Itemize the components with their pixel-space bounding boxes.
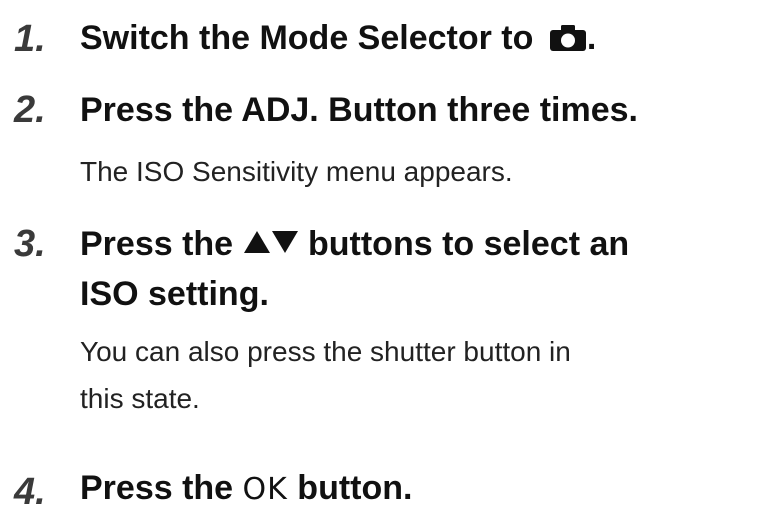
step-3-title: Press the buttons to select an (80, 220, 629, 267)
step-2-number: 2. (14, 89, 46, 131)
step-1-title: Switch the Mode Selector to . (80, 15, 596, 61)
step-4-title-text: Press the (80, 469, 234, 507)
step-1-title-text: Switch the Mode Selector to (80, 19, 534, 57)
step-1-number: 1. (14, 18, 46, 60)
step-4-title-rest: button. (297, 469, 413, 507)
step-1-title-period: . (586, 19, 597, 57)
down-triangle-icon (271, 220, 299, 266)
step-4-number: 4. (14, 471, 46, 513)
step-2-title: Press the ADJ. Button three times. (80, 91, 638, 129)
step-3-number: 3. (14, 223, 46, 265)
ok-button-label: OK (242, 472, 288, 507)
step-2-description: The ISO Sensitivity menu appears. (80, 156, 513, 187)
step-3-title-rest: buttons to select an (308, 225, 630, 263)
step-3-title-line2: ISO setting. (80, 275, 269, 313)
step-3-description-line1: You can also press the shutter button in (80, 336, 571, 367)
step-3-description-line2: this state. (80, 383, 200, 414)
up-triangle-icon (243, 220, 271, 266)
camera-icon (549, 18, 587, 51)
step-4-title: Press the OK button. (80, 465, 412, 513)
step-3-title-text: Press the (80, 225, 234, 263)
